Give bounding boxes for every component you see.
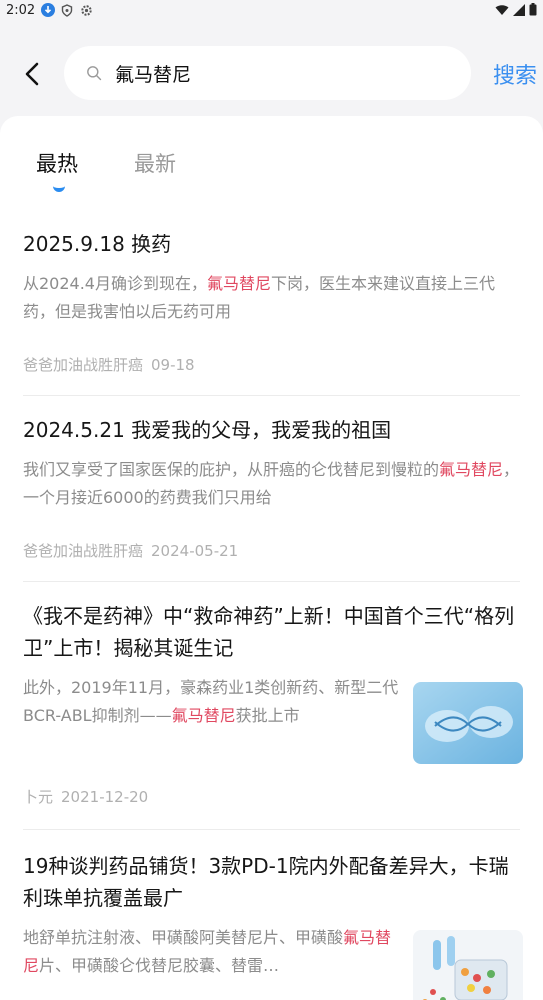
article-title: 2024.5.21 我爱我的父母，我爱我的祖国 bbox=[23, 418, 392, 442]
shield-icon bbox=[60, 3, 74, 17]
article-card[interactable]: 2025.9.18 换药 从2024.4月确诊到现在，氟马替尼下岗，医生本来建议… bbox=[23, 228, 520, 396]
battery-icon bbox=[529, 3, 537, 20]
gear-icon bbox=[79, 3, 93, 17]
active-tab-indicator bbox=[53, 184, 65, 192]
article-card[interactable]: 《我不是药神》中“救命神药”上新！中国首个三代“格列卫”上市！揭秘其诞生记 此外… bbox=[23, 600, 523, 830]
pills-box-image bbox=[413, 930, 523, 1000]
article-meta: 爸爸加油战胜肝癌 09-18 bbox=[23, 354, 195, 375]
status-time: 2:02 bbox=[6, 2, 36, 18]
tab-bar: 最热 最新 bbox=[0, 116, 543, 196]
keyword-highlight: 氟马替尼 bbox=[439, 460, 504, 479]
article-card[interactable]: 2024.5.21 我爱我的父母，我爱我的祖国 我们又享受了国家医保的庇护，从肝… bbox=[23, 414, 520, 582]
article-snippet: 此外，2019年11月，豪森药业1类创新药、新型二代BCR-ABL抑制剂——氟马… bbox=[23, 678, 399, 725]
article-meta: 爸爸加油战胜肝癌 2024-05-21 bbox=[23, 540, 238, 561]
article-card[interactable]: 19种谈判药品铺货！3款PD-1院内外配备差异大，卡瑞利珠单抗覆盖最广 地舒单抗… bbox=[23, 850, 523, 1000]
results-panel: 最热 最新 2025.9.18 换药 从2024.4月确诊到现在，氟马替尼下岗，… bbox=[0, 116, 543, 1000]
article-snippet: 地舒单抗注射液、甲磺酸阿美替尼片、甲磺酸氟马替尼片、甲磺酸仑伐替尼胶囊、替雷… bbox=[23, 928, 392, 975]
download-icon bbox=[41, 3, 56, 17]
article-snippet: 我们又享受了国家医保的庇护，从肝癌的仑伐替尼到慢粒的氟马替尼，一个月接近6000… bbox=[23, 460, 520, 507]
wifi-icon bbox=[495, 4, 509, 20]
tab-hottest[interactable]: 最热 bbox=[36, 148, 78, 178]
search-icon bbox=[87, 66, 102, 81]
article-snippet: 从2024.4月确诊到现在，氟马替尼下岗，医生本来建议直接上三代药，但是我害怕以… bbox=[23, 274, 496, 321]
keyword-highlight: 氟马替尼 bbox=[171, 706, 236, 725]
tab-newest[interactable]: 最新 bbox=[134, 148, 176, 178]
article-author: 卜元 bbox=[23, 788, 54, 806]
article-thumbnail bbox=[413, 930, 523, 1000]
back-arrow-icon bbox=[25, 62, 39, 86]
article-title: 19种谈判药品铺货！3款PD-1院内外配备差异大，卡瑞利珠单抗覆盖最广 bbox=[23, 854, 509, 910]
article-date: 2024-05-21 bbox=[151, 542, 239, 560]
search-button[interactable]: 搜索 bbox=[493, 58, 537, 90]
article-date: 09-18 bbox=[151, 356, 195, 374]
search-header: 搜索 bbox=[0, 20, 543, 120]
dna-capsule-image bbox=[413, 682, 523, 764]
keyword-highlight: 氟马替尼 bbox=[207, 274, 272, 293]
search-box[interactable] bbox=[64, 46, 471, 100]
search-input[interactable] bbox=[115, 62, 415, 84]
status-indicators bbox=[495, 3, 537, 20]
article-author: 爸爸加油战胜肝癌 bbox=[23, 356, 144, 374]
status-bar: 2:02 bbox=[0, 0, 543, 20]
article-date: 2021-12-20 bbox=[61, 788, 149, 806]
article-author: 爸爸加油战胜肝癌 bbox=[23, 542, 144, 560]
article-title: 《我不是药神》中“救命神药”上新！中国首个三代“格列卫”上市！揭秘其诞生记 bbox=[23, 604, 515, 660]
signal-icon bbox=[513, 3, 525, 20]
article-thumbnail bbox=[413, 682, 523, 764]
article-title: 2025.9.18 换药 bbox=[23, 232, 172, 256]
back-button[interactable] bbox=[14, 56, 50, 92]
article-meta: 卜元 2021-12-20 bbox=[23, 786, 148, 807]
